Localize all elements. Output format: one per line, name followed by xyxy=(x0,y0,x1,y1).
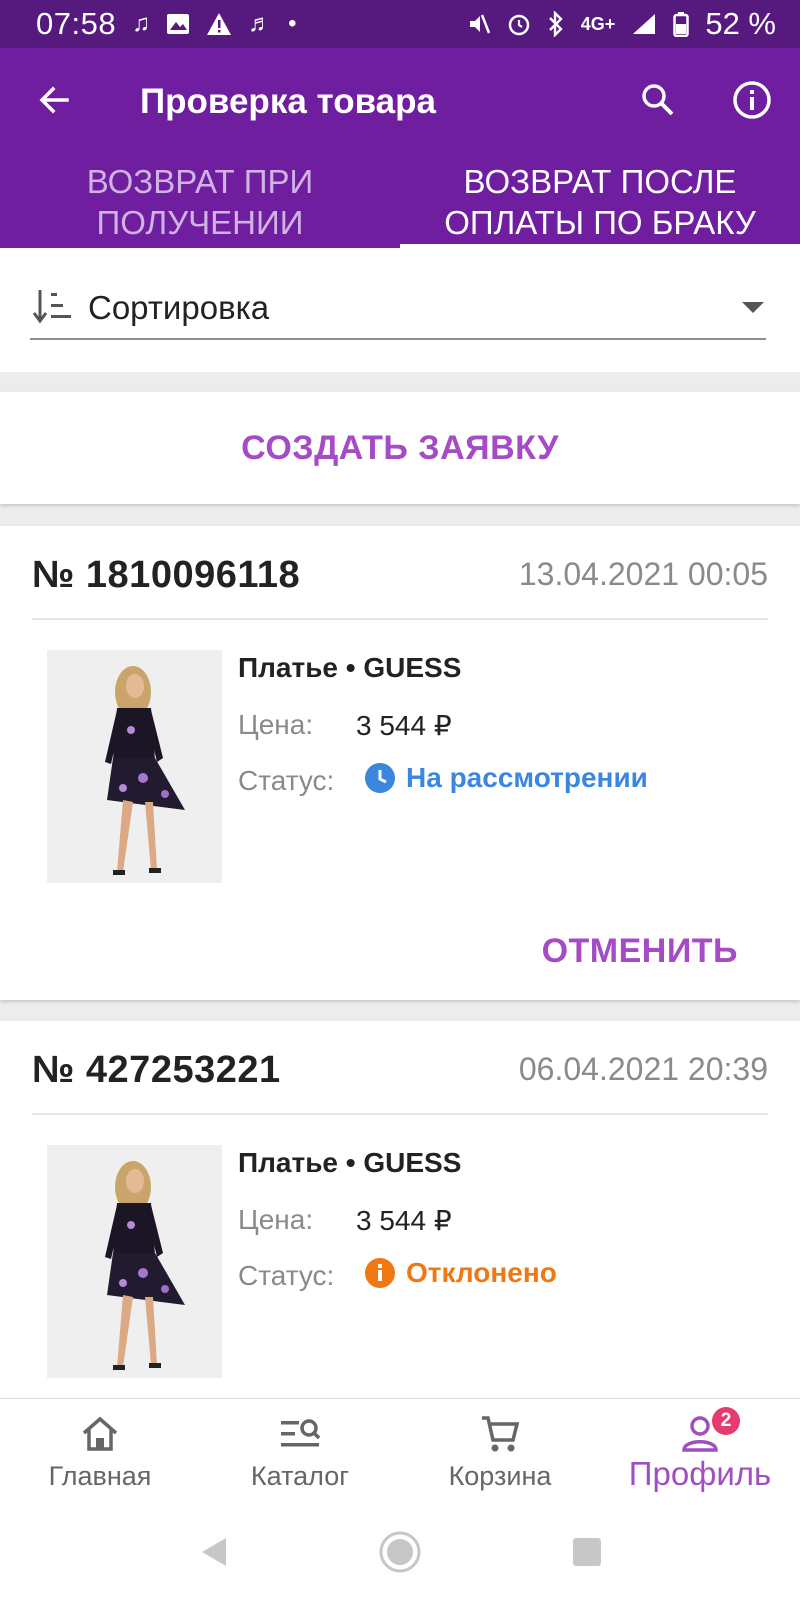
order-date: 13.04.2021 00:05 xyxy=(518,556,768,592)
price-label: Цена: xyxy=(238,1204,314,1235)
sort-label: Сортировка xyxy=(88,289,270,326)
order-number: № 1810096118 xyxy=(32,554,301,596)
status-text: Отклонено xyxy=(406,1257,557,1288)
system-navigation-bar xyxy=(0,1508,800,1600)
info-button[interactable] xyxy=(728,78,776,126)
order-card: № 427253221 06.04.2021 20:39 Платье • GU… xyxy=(0,1021,800,1401)
warning-icon xyxy=(206,12,232,36)
nav-label: Каталог xyxy=(250,1461,350,1491)
nav-label: Профиль xyxy=(628,1455,772,1492)
toolbar: Проверка товара xyxy=(0,48,800,156)
price-label: Цена: xyxy=(238,709,314,740)
order-date: 06.04.2021 20:39 xyxy=(518,1051,768,1087)
system-home-button[interactable] xyxy=(370,1524,430,1584)
cart-icon xyxy=(480,1413,520,1455)
mute-icon xyxy=(467,12,491,36)
order-number: № 427253221 xyxy=(32,1049,281,1091)
image-icon xyxy=(166,13,190,35)
create-request-button[interactable]: СОЗДАТЬ ЗАЯВКУ xyxy=(0,392,800,504)
network-type: 4G+ xyxy=(580,13,616,34)
search-button[interactable] xyxy=(634,78,682,126)
tab-return-after-payment[interactable]: Возврат после оплаты по браку xyxy=(400,156,800,248)
clock-time: 07:58 xyxy=(36,6,117,41)
info-icon xyxy=(732,80,772,125)
divider xyxy=(32,1113,768,1115)
product-name: Платье • GUESS xyxy=(238,652,462,683)
price-value: 3 544 ₽ xyxy=(356,1205,452,1236)
nav-label: Главная xyxy=(48,1461,152,1491)
tab-label: Возврат после оплаты по браку xyxy=(444,163,756,241)
alarm-icon xyxy=(507,12,531,36)
music-note-icon: ♫ xyxy=(132,10,151,37)
product-image[interactable] xyxy=(47,650,222,883)
status-bar: 07:58 ♫ ♬ • 4G+ 52 % xyxy=(0,0,800,48)
sort-dropdown[interactable]: Сортировка xyxy=(30,278,766,340)
nav-label: Корзина xyxy=(448,1461,552,1491)
tab-bar: Возврат при получении Возврат после опла… xyxy=(0,156,800,248)
clock-icon xyxy=(364,762,396,794)
tab-label: Возврат при получении xyxy=(86,163,314,241)
triangle-back-icon xyxy=(198,1536,228,1573)
battery-percent: 52 % xyxy=(705,6,776,41)
bottom-navigation: Главная Каталог Корзина 2 Профиль xyxy=(0,1398,800,1508)
page-title: Проверка товара xyxy=(140,82,436,121)
app-bar: Проверка товара Возврат при получении Во… xyxy=(0,48,800,248)
back-button[interactable] xyxy=(30,78,78,126)
notification-badge: 2 xyxy=(712,1407,740,1435)
nav-profile[interactable]: 2 Профиль xyxy=(600,1399,800,1509)
dot-icon: • xyxy=(288,10,297,37)
battery-icon xyxy=(673,11,690,37)
product-name: Платье • GUESS xyxy=(238,1147,462,1178)
home-icon xyxy=(80,1413,120,1455)
status: Отклонено xyxy=(364,1257,557,1289)
product-image[interactable] xyxy=(47,1145,222,1378)
status-label: Статус: xyxy=(238,765,335,796)
bluetooth-icon xyxy=(547,11,565,37)
order-card: № 1810096118 13.04.2021 00:05 Платье • G… xyxy=(0,526,800,1000)
tab-return-on-receipt[interactable]: Возврат при получении xyxy=(0,156,400,248)
nav-home[interactable]: Главная xyxy=(0,1399,200,1509)
status-text: На рассмотрении xyxy=(406,762,648,793)
status-label: Статус: xyxy=(238,1260,335,1291)
create-request-section: СОЗДАТЬ ЗАЯВКУ xyxy=(0,392,800,504)
system-recents-button[interactable] xyxy=(557,1524,617,1584)
square-recents-icon xyxy=(572,1537,602,1572)
dropdown-arrow-icon xyxy=(742,302,764,313)
music-icon: ♬ xyxy=(248,10,273,37)
arrow-left-icon xyxy=(37,83,71,122)
signal-icon xyxy=(631,12,657,36)
price-value: 3 544 ₽ xyxy=(356,710,452,741)
catalog-search-icon xyxy=(279,1413,321,1455)
sort-icon xyxy=(32,288,74,331)
search-icon xyxy=(640,82,676,123)
sort-section: Сортировка xyxy=(0,248,800,372)
nav-cart[interactable]: Корзина xyxy=(400,1399,600,1509)
circle-home-icon xyxy=(378,1530,422,1579)
info-circle-icon xyxy=(364,1257,396,1289)
nav-catalog[interactable]: Каталог xyxy=(200,1399,400,1509)
cancel-request-button[interactable]: ОТМЕНИТЬ xyxy=(542,932,738,971)
status: На рассмотрении xyxy=(364,762,648,794)
system-back-button[interactable] xyxy=(183,1524,243,1584)
divider xyxy=(32,618,768,620)
